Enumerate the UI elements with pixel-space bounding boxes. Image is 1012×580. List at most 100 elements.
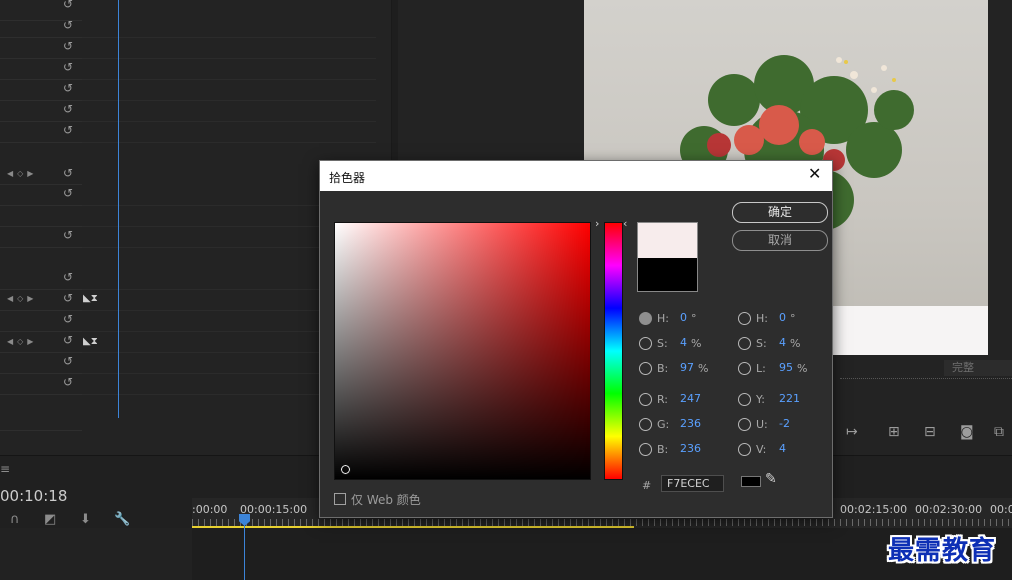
reset-icon[interactable]: ↺ [61, 375, 75, 389]
left-field-radio-4[interactable] [639, 418, 652, 431]
right-field-value[interactable]: 4 [779, 335, 786, 351]
keyframe-row [82, 80, 376, 101]
reset-icon[interactable]: ↺ [61, 333, 75, 347]
insert-icon[interactable]: ⊞ [888, 424, 900, 440]
snap-icon[interactable]: ∩ [10, 512, 20, 527]
compare-icon[interactable]: ⧉ [994, 424, 1004, 440]
overwrite-icon[interactable]: ⊟ [924, 424, 936, 440]
left-field-unit: % [691, 337, 702, 350]
reset-icon[interactable]: ↺ [61, 186, 75, 200]
fit-dropdown[interactable]: 完整 [944, 360, 1012, 376]
left-field-value[interactable]: 247 [680, 391, 701, 407]
camera-icon[interactable]: ◙ [960, 424, 974, 440]
keyframe-marker-icon: ◣⧗ [83, 336, 98, 347]
left-field-radio-1[interactable] [639, 337, 652, 350]
reset-icon[interactable]: ↺ [61, 270, 75, 284]
keyframe-nav-icon[interactable]: ◀◇▶ [7, 337, 37, 346]
ok-button[interactable]: 确定 [732, 202, 828, 223]
web-colors-only-label: 仅 Web 颜色 [351, 493, 421, 507]
right-field-radio-2[interactable] [738, 362, 751, 375]
dialog-title: 拾色器 [329, 171, 366, 185]
left-field-unit: % [698, 362, 709, 375]
left-field-value[interactable]: 236 [680, 441, 701, 457]
ruler-label: 00:02:15:00 [840, 503, 908, 516]
monitor-ruler[interactable] [840, 378, 1012, 388]
right-field-radio-5[interactable] [738, 443, 751, 456]
step-forward-icon[interactable]: ↦ [846, 424, 858, 440]
web-colors-only-checkbox[interactable] [334, 493, 346, 505]
color-picker-dialog: 拾色器 ✕ › ‹ 确定 取消 H: 0 ° S: 4% B: 97% R: 247 G: 236 B… [319, 160, 833, 518]
left-field-radio-5[interactable] [639, 443, 652, 456]
left-field-label: R: [657, 393, 669, 406]
left-field-value[interactable]: 236 [680, 416, 701, 432]
keyframe-nav-icon[interactable]: ◀◇▶ [7, 169, 37, 178]
dialog-titlebar[interactable]: 拾色器 ✕ [320, 161, 832, 191]
right-field-unit: % [790, 337, 801, 350]
original-color-swatch[interactable] [637, 258, 698, 292]
right-field-unit: ° [790, 312, 796, 325]
new-color-swatch [637, 222, 698, 258]
right-field-radio-1[interactable] [738, 337, 751, 350]
ruler-label: 00:00:15:00 [240, 503, 308, 516]
left-field-radio-0[interactable] [639, 312, 652, 325]
right-field-radio-3[interactable] [738, 393, 751, 406]
effect-controls-playhead[interactable] [118, 0, 119, 418]
left-field-radio-2[interactable] [639, 362, 652, 375]
menu-icon[interactable]: ≡ [0, 462, 10, 476]
left-field-label: B: [657, 443, 669, 456]
left-field-unit: ° [691, 312, 697, 325]
wrench-icon[interactable]: 🔧 [114, 512, 130, 527]
left-field-value[interactable]: 4 [680, 335, 687, 351]
saturation-brightness-field[interactable] [334, 222, 591, 480]
reset-icon[interactable]: ↺ [61, 39, 75, 53]
color-chip[interactable] [741, 476, 761, 487]
timecode[interactable]: 00:10:18 [0, 487, 67, 505]
right-field-value[interactable]: -2 [779, 416, 790, 432]
left-field-value[interactable]: 97 [680, 360, 694, 376]
eyedropper-icon[interactable]: ✎ [765, 471, 777, 487]
cancel-button[interactable]: 取消 [732, 230, 828, 251]
keyframe-row [82, 17, 376, 38]
reset-icon[interactable]: ↺ [61, 123, 75, 137]
hue-slider[interactable] [604, 222, 623, 480]
keyframe-row [82, 101, 376, 122]
reset-icon[interactable]: ↺ [61, 228, 75, 242]
right-field-radio-4[interactable] [738, 418, 751, 431]
right-field-value[interactable]: 95 [779, 360, 793, 376]
ruler-ticks [192, 519, 1012, 526]
reset-icon[interactable]: ↺ [61, 102, 75, 116]
hue-slider-right-arrow-icon[interactable]: ‹ [623, 217, 627, 230]
keyframe-nav-icon[interactable]: ◀◇▶ [7, 294, 37, 303]
right-field-value[interactable]: 221 [779, 391, 800, 407]
watermark-logo: 最需教育 [888, 536, 997, 566]
reset-icon[interactable]: ↺ [61, 18, 75, 32]
right-field-value[interactable]: 4 [779, 441, 786, 457]
right-field-label: S: [756, 337, 767, 350]
hue-slider-left-arrow-icon[interactable]: › [595, 217, 599, 230]
right-field-label: V: [756, 443, 767, 456]
keyframe-marker-icon: ◣⧗ [83, 293, 98, 304]
reset-icon[interactable]: ↺ [61, 291, 75, 305]
ruler-label: :00:00 [192, 503, 228, 516]
property-row [0, 206, 82, 227]
left-field-radio-3[interactable] [639, 393, 652, 406]
ruler-label: 00:0 [990, 503, 1012, 516]
keyframe-row [82, 38, 376, 59]
reset-icon[interactable]: ↺ [61, 166, 75, 180]
hex-input[interactable]: F7ECEC [661, 475, 724, 492]
linked-selection-icon[interactable]: ◩ [44, 512, 56, 527]
reset-icon[interactable]: ↺ [61, 0, 75, 11]
right-field-label: U: [756, 418, 768, 431]
right-field-value[interactable]: 0 [779, 310, 786, 326]
reset-icon[interactable]: ↺ [61, 354, 75, 368]
reset-icon[interactable]: ↺ [61, 81, 75, 95]
reset-icon[interactable]: ↺ [61, 312, 75, 326]
marker-icon[interactable]: ⬇ [80, 512, 91, 527]
close-icon[interactable]: ✕ [808, 165, 821, 183]
reset-icon[interactable]: ↺ [61, 60, 75, 74]
right-field-radio-0[interactable] [738, 312, 751, 325]
hex-label: # [642, 479, 652, 492]
left-field-value[interactable]: 0 [680, 310, 687, 326]
left-field-label: H: [657, 312, 669, 325]
color-cursor[interactable] [340, 464, 351, 475]
